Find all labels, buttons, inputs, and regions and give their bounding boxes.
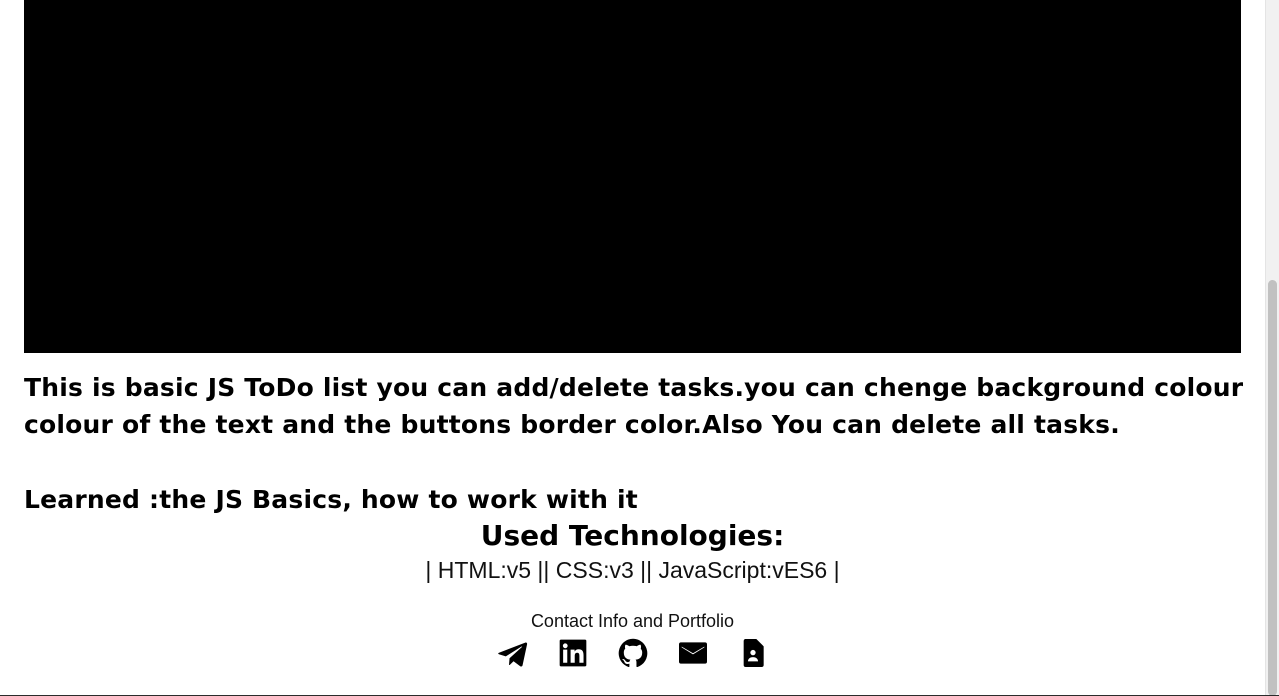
project-preview-image xyxy=(24,0,1241,353)
email-icon xyxy=(678,642,707,664)
resume-link[interactable] xyxy=(736,636,770,670)
resume-icon xyxy=(743,639,764,667)
page-viewport: This is basic JS ToDo list you can add/d… xyxy=(0,0,1279,696)
telegram-link[interactable] xyxy=(496,636,530,670)
linkedin-link[interactable] xyxy=(556,636,590,670)
contact-label: Contact Info and Portfolio xyxy=(530,611,735,631)
linkedin-icon xyxy=(559,639,586,667)
page-content: This is basic JS ToDo list you can add/d… xyxy=(0,0,1265,695)
project-description: This is basic JS ToDo list you can add/d… xyxy=(24,373,1244,439)
contact-icons xyxy=(0,636,1265,670)
project-learned: Learned :the JS Basics, how to work with… xyxy=(24,485,638,514)
scrollbar-thumb[interactable] xyxy=(1268,280,1277,695)
vertical-scrollbar[interactable] xyxy=(1265,0,1279,695)
github-link[interactable] xyxy=(616,636,650,670)
github-icon xyxy=(618,638,647,668)
telegram-icon xyxy=(497,642,527,667)
email-link[interactable] xyxy=(676,636,710,670)
technologies-title: Used Technologies: xyxy=(480,519,785,552)
technologies-list: | HTML:v5 || CSS:v3 || JavaScript:vES6 | xyxy=(425,557,840,583)
